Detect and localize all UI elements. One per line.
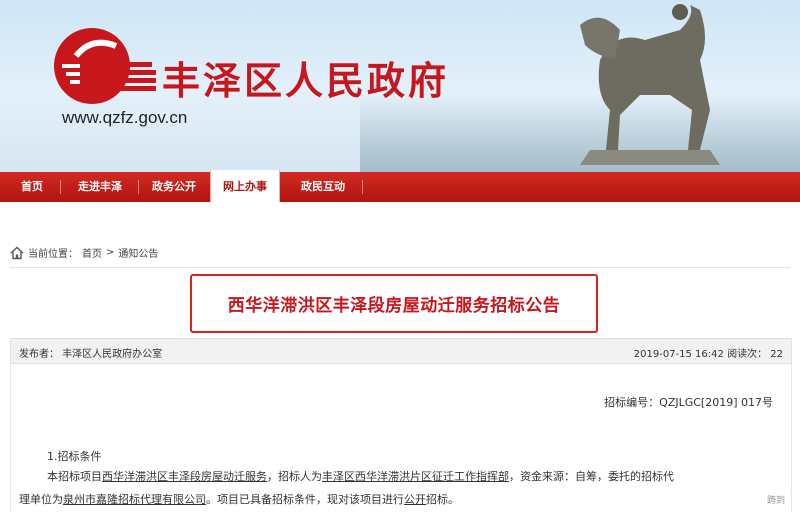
- p2-text: 理单位为: [19, 493, 63, 506]
- breadcrumb-divider: [10, 267, 790, 268]
- bid-number: 招标编号：QZJLGC[2019] 017号: [604, 396, 773, 409]
- breadcrumb-home-link[interactable]: 首页: [82, 245, 102, 260]
- site-url[interactable]: www.qzfz.gov.cn: [62, 108, 187, 128]
- p1-text: ，资金来源：自筹，委托的招标代: [509, 470, 674, 483]
- p2-text: 。项目已具备招标条件，现对该项目进行: [206, 493, 404, 506]
- article-body: 招标编号：QZJLGC[2019] 017号 1.招标条件 本招标项目西华洋滞洪…: [10, 364, 792, 512]
- home-icon: [10, 246, 24, 259]
- agent-name: 泉州市嘉隆招标代理有限公司: [63, 493, 206, 506]
- breadcrumb-separator: >: [106, 247, 115, 258]
- nav-about-fengze[interactable]: 走进丰泽: [64, 172, 136, 202]
- p2-text: 招标。: [426, 493, 459, 506]
- nav-home[interactable]: 首页: [8, 172, 56, 202]
- nav-gov-affairs[interactable]: 政务公开: [140, 172, 208, 202]
- p1-text: ，招标人为: [267, 470, 322, 483]
- nav-divider: [362, 180, 363, 194]
- article-title-box: 西华洋滞洪区丰泽段房屋动迁服务招标公告: [190, 274, 598, 333]
- tender-method: 公开: [404, 493, 426, 506]
- read-count: 22: [770, 349, 783, 360]
- site-logo[interactable]: [52, 26, 156, 106]
- article-title: 西华洋滞洪区丰泽段房屋动迁服务招标公告: [227, 296, 561, 316]
- publish-datetime: 2019-07-15 16:42: [633, 349, 724, 360]
- nav-divider: [60, 180, 61, 194]
- paragraph-2: 理单位为泉州市嘉隆招标代理有限公司。项目已具备招标条件，现对该项目进行公开招标。: [19, 491, 459, 507]
- breadcrumb: 当前位置： 首页 > 通知公告: [10, 245, 158, 260]
- tenderer-name: 丰泽区西华洋滞洪片区征迁工作指挥部: [322, 470, 509, 483]
- header-banner: 丰泽区人民政府 www.qzfz.gov.cn: [0, 0, 800, 172]
- nav-online-services[interactable]: 网上办事: [210, 170, 280, 202]
- site-title: 丰泽区人民政府: [162, 59, 450, 103]
- section-heading: 1.招标条件: [47, 450, 102, 463]
- read-count-label: 阅读次：: [727, 349, 768, 360]
- nav-divider: [138, 180, 139, 194]
- article-meta-right: 2019-07-15 16:42 阅读次： 22: [634, 345, 783, 360]
- breadcrumb-prefix: 当前位置：: [28, 249, 78, 260]
- paragraph-1: 本招标项目西华洋滞洪区丰泽段房屋动迁服务，招标人为丰泽区西华洋滞洪片区征迁工作指…: [47, 468, 800, 484]
- horse-statue-image: [580, 4, 720, 165]
- p1-text: 本招标项目: [47, 470, 102, 483]
- nav-interaction[interactable]: 政民互动: [286, 172, 360, 202]
- watermark: 跨到: [766, 496, 785, 506]
- project-name: 西华洋滞洪区丰泽段房屋动迁服务: [102, 470, 267, 483]
- main-nav: 首页 走进丰泽 政务公开 网上办事 政民互动: [0, 170, 800, 202]
- article-meta-bar: 发布者： 丰泽区人民政府办公室 2019-07-15 16:42 阅读次： 22: [10, 338, 792, 364]
- breadcrumb-current[interactable]: 通知公告: [118, 245, 158, 260]
- publisher-label: 发布者： 丰泽区人民政府办公室: [19, 349, 163, 360]
